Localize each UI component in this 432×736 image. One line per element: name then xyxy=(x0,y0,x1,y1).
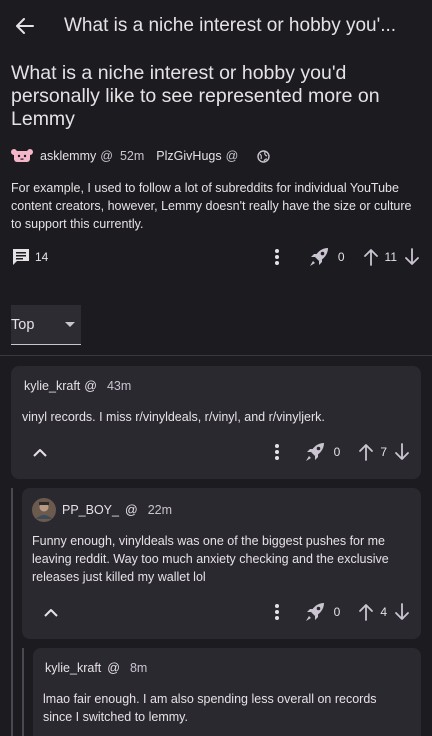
dropdown-caret-icon xyxy=(64,321,76,328)
comment-time: 8m xyxy=(129,661,148,675)
boost-rocket-icon[interactable] xyxy=(304,442,326,462)
comment-time: 22m xyxy=(147,503,173,517)
more-vert-icon[interactable] xyxy=(274,248,280,266)
top-app-bar: What is a niche interest or hobby you'..… xyxy=(0,0,432,52)
downvote-arrow-icon[interactable] xyxy=(394,443,410,461)
comment-boost-count: 0 xyxy=(333,445,341,459)
comment-user-at: @ xyxy=(124,503,138,517)
post-title: What is a niche interest or hobby you'd … xyxy=(11,62,380,130)
comment-icon[interactable] xyxy=(11,247,31,267)
comment-text: lmao fair enough. I am also spending les… xyxy=(43,692,377,724)
collapse-chevron-icon[interactable] xyxy=(33,448,47,457)
app-screen: What is a niche interest or hobby you'..… xyxy=(0,0,432,736)
more-vert-icon[interactable] xyxy=(274,443,280,461)
community-at: @ xyxy=(100,149,113,163)
sort-dropdown[interactable]: Top xyxy=(11,305,81,345)
thread-line xyxy=(22,648,24,736)
upvote-arrow-icon[interactable] xyxy=(358,603,374,621)
comment-card: PP_BOY_ @ 22m Funny enough, vinyldeals w… xyxy=(22,488,421,639)
comment-card: kylie_kraft @ 43m vinyl records. I miss … xyxy=(11,366,421,479)
comment-card: kylie_kraft @ 8m lmao fair enough. I am … xyxy=(33,648,421,736)
comment-score: 4 xyxy=(380,605,387,619)
community-avatar-icon[interactable] xyxy=(11,148,33,164)
comment-time: 43m xyxy=(106,379,132,393)
upvote-arrow-icon[interactable] xyxy=(358,443,374,461)
comment-user-at: @ xyxy=(107,661,120,675)
comment-header: PP_BOY_ @ 22m xyxy=(32,498,172,522)
comment-action-bar: 0 7 xyxy=(33,440,410,464)
community-name[interactable]: asklemmy xyxy=(40,149,96,163)
comment-text: Funny enough, vinyldeals was one of the … xyxy=(32,534,389,584)
comment-header: kylie_kraft @ 8m xyxy=(45,661,147,675)
avatar[interactable] xyxy=(32,498,56,522)
appbar-title: What is a niche interest or hobby you'..… xyxy=(64,15,397,36)
post-time: 52m xyxy=(119,149,145,163)
collapse-chevron-icon[interactable] xyxy=(44,608,58,617)
author-at: @ xyxy=(225,149,239,163)
section-divider xyxy=(0,355,432,356)
post-author[interactable]: PlzGivHugs xyxy=(156,149,221,163)
comment-header: kylie_kraft @ 43m xyxy=(24,379,131,393)
globe-icon[interactable] xyxy=(257,149,270,163)
post-score: 11 xyxy=(384,250,397,264)
boost-rocket-icon[interactable] xyxy=(308,247,330,267)
downvote-arrow-icon[interactable] xyxy=(394,603,410,621)
comment-user-at: @ xyxy=(84,379,97,393)
boost-count: 0 xyxy=(337,250,345,264)
comment-text: vinyl records. I miss r/vinyldeals, r/vi… xyxy=(22,410,325,424)
boost-rocket-icon[interactable] xyxy=(304,602,326,622)
comment-count: 14 xyxy=(35,250,49,264)
comment-score: 7 xyxy=(380,445,387,459)
upvote-arrow-icon[interactable] xyxy=(363,248,379,266)
comment-action-bar: 0 4 xyxy=(44,600,410,624)
comment-user[interactable]: PP_BOY_ xyxy=(62,503,119,517)
more-vert-icon[interactable] xyxy=(274,603,280,621)
post-body: For example, I used to follow a lot of s… xyxy=(11,181,412,231)
thread-line xyxy=(11,488,13,736)
comment-user[interactable]: kylie_kraft xyxy=(45,661,101,675)
post-action-bar: 14 0 11 xyxy=(11,245,421,269)
post: What is a niche interest or hobby you'd … xyxy=(0,52,432,269)
sort-selected: Top xyxy=(11,316,35,333)
back-arrow-icon[interactable] xyxy=(14,15,36,37)
downvote-arrow-icon[interactable] xyxy=(404,248,420,266)
comment-user[interactable]: kylie_kraft xyxy=(24,379,80,393)
comment-boost-count: 0 xyxy=(333,605,341,619)
post-meta: asklemmy @ 52m PlzGivHugs @ xyxy=(11,148,421,164)
